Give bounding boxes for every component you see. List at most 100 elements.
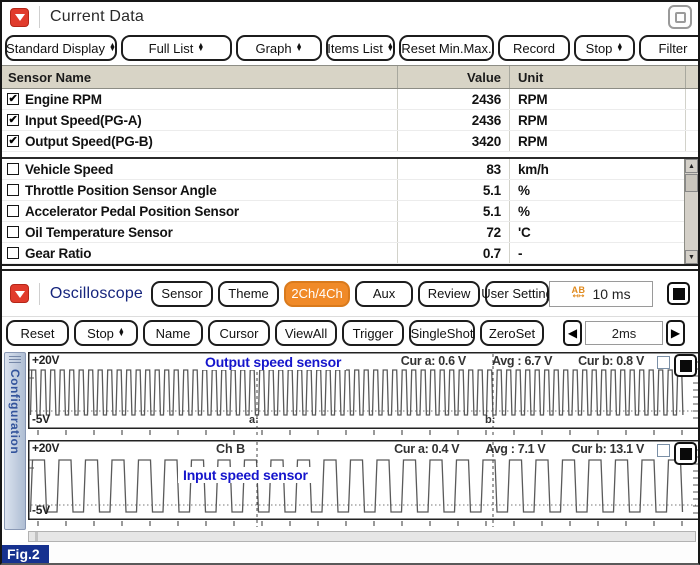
button-name[interactable]: Name	[143, 320, 203, 346]
checkbox-checked-icon[interactable]: ✔	[7, 135, 19, 147]
button-singleshot[interactable]: SingleShot	[409, 320, 475, 346]
button-label: Reset	[21, 326, 55, 341]
table-row[interactable]: Throttle Position Sensor Angle5.1%	[2, 180, 698, 201]
button-label: ViewAll	[285, 326, 327, 341]
grip-icon	[9, 356, 21, 363]
sensor-name: Engine RPM	[25, 92, 102, 107]
button-items-list[interactable]: Items List▲▼	[326, 35, 395, 61]
current-data-toolbar: Standard Display▲▼Full List▲▼ Graph ▲▼ Item…	[2, 32, 698, 65]
button-reset[interactable]: Reset	[6, 320, 69, 346]
column-header-value[interactable]: Value	[398, 66, 510, 88]
checkbox-unchecked-icon[interactable]	[7, 226, 19, 238]
sensor-value: 5.1	[398, 201, 510, 221]
button-label: Graph	[255, 41, 291, 56]
button-review[interactable]: Review	[418, 281, 480, 307]
window-collapse-icon[interactable]	[10, 284, 29, 303]
sensor-value: 3420	[398, 131, 510, 151]
trace-stop-button[interactable]	[674, 442, 697, 465]
average-value: Avg : 6.7 V	[492, 354, 552, 368]
button-viewall[interactable]: ViewAll	[275, 320, 337, 346]
table-row[interactable]: Vehicle Speed83km/h	[2, 159, 698, 180]
checkbox-unchecked-icon[interactable]	[7, 205, 19, 217]
scrollbar-thumb[interactable]	[685, 174, 698, 192]
button-full-list[interactable]: Full List▲▼	[121, 35, 232, 61]
column-header-sensor-name[interactable]: Sensor Name	[2, 66, 398, 88]
stop-record-button[interactable]	[667, 282, 690, 305]
stop-square-icon	[680, 360, 692, 372]
button-zeroset[interactable]: ZeroSet	[480, 320, 544, 346]
button-user-setting[interactable]: User Setting	[485, 281, 549, 307]
table-row[interactable]: Gear Ratio0.7-	[2, 243, 698, 264]
trace-stop-button[interactable]	[674, 354, 697, 377]
table-row[interactable]: ✔Input Speed(PG-A)2436RPM	[2, 110, 698, 131]
timebase-value: 10 ms	[592, 286, 630, 302]
button-aux[interactable]: Aux	[355, 281, 413, 307]
button-graph[interactable]: Graph ▲▼	[236, 35, 322, 61]
button-reset-min-max[interactable]: Reset Min.Max.	[399, 35, 494, 61]
table-row[interactable]: ✔Output Speed(PG-B)3420RPM	[2, 131, 698, 152]
button-label: Items List	[327, 41, 383, 56]
voltage-top-label: +20V	[32, 441, 59, 455]
button-trigger[interactable]: Trigger	[342, 320, 404, 346]
table-row[interactable]: Oil Temperature Sensor72'C	[2, 222, 698, 243]
button-label: SingleShot	[411, 326, 474, 341]
checkbox-unchecked-icon[interactable]	[7, 247, 19, 259]
button-sensor[interactable]: Sensor	[151, 281, 213, 307]
time-div-increase-button[interactable]: ▶	[666, 320, 685, 346]
trace-visibility-checkbox[interactable]	[657, 356, 670, 369]
oscilloscope-bottom-toolbar: Reset Stop▲▼NameCursor ViewAll Trigger Singl…	[2, 317, 698, 350]
button-cursor[interactable]: Cursor	[208, 320, 270, 346]
scrollbar-thumb[interactable]	[35, 532, 38, 541]
table-row[interactable]: Accelerator Pedal Position Sensor5.1%	[2, 201, 698, 222]
scroll-up-icon[interactable]: ▲	[685, 159, 698, 173]
ab-cursor-icon: AB↤↦	[571, 287, 585, 301]
scrollbar-track[interactable]	[685, 192, 698, 250]
oscilloscope-top-toolbar: Sensor Theme 2Ch/4Ch Aux Review User Setting	[151, 281, 549, 307]
button-stop[interactable]: Stop▲▼	[574, 35, 635, 61]
window-collapse-icon[interactable]	[10, 8, 29, 27]
checkbox-checked-icon[interactable]: ✔	[7, 114, 19, 126]
trace-visibility-checkbox[interactable]	[657, 444, 670, 457]
sensor-unit: -	[510, 243, 686, 263]
button-label: Review	[428, 286, 471, 301]
button-standard-display[interactable]: Standard Display▲▼	[5, 35, 117, 61]
button-label: Stop	[586, 41, 613, 56]
sensor-unit: RPM	[510, 110, 686, 130]
button-theme[interactable]: Theme	[218, 281, 279, 307]
oscilloscope-trace-1: +20V-5VOutput speed sensorCur a: 0.6 VAv…	[28, 352, 700, 438]
cursor-a-mark: a:	[249, 414, 259, 426]
stop-square-icon	[680, 448, 692, 460]
figure-caption-row: Fig.2	[2, 542, 698, 565]
spinner-icon: ▲▼	[197, 44, 204, 53]
horizontal-scrollbar[interactable]	[28, 531, 696, 542]
button-label: 2Ch/4Ch	[291, 286, 342, 301]
scroll-down-icon[interactable]: ▼	[685, 250, 698, 264]
maximize-icon	[675, 12, 686, 23]
timebase-display: AB↤↦ 10 ms	[549, 281, 653, 307]
table-row[interactable]: ✔Engine RPM2436RPM	[2, 89, 698, 110]
voltage-bottom-label: -5V	[32, 503, 50, 517]
spinner-icon: ▲▼	[296, 44, 303, 53]
table-section-selected: ✔Engine RPM2436RPM✔Input Speed(PG-A)2436…	[2, 89, 698, 152]
checkbox-unchecked-icon[interactable]	[7, 163, 19, 175]
table-scrollbar[interactable]: ▲ ▼	[684, 159, 698, 264]
column-header-unit[interactable]: Unit	[510, 66, 686, 88]
app-window: Current Data Standard Display▲▼Full List…	[0, 0, 700, 565]
time-div-decrease-button[interactable]: ◀	[563, 320, 582, 346]
button-record[interactable]: Record	[498, 35, 570, 61]
maximize-button[interactable]	[668, 5, 692, 29]
window-separator	[2, 264, 698, 271]
button-2ch-4ch[interactable]: 2Ch/4Ch	[284, 281, 350, 307]
button-stop[interactable]: Stop▲▼	[74, 320, 138, 346]
configuration-label: Configuration	[8, 369, 22, 454]
sensor-name-cell: Gear Ratio	[2, 243, 398, 263]
cursor-readout-row: Cur a: 0.4 VAvg : 7.1 VCur b: 13.1 V	[394, 442, 644, 456]
time-per-div-value: 2ms	[585, 321, 663, 345]
figure-label: Fig.2	[2, 545, 49, 564]
checkbox-checked-icon[interactable]: ✔	[7, 93, 19, 105]
configuration-tab[interactable]: Configuration	[4, 352, 26, 530]
button-label: Theme	[228, 286, 268, 301]
sensor-unit: 'C	[510, 222, 686, 242]
button-filter[interactable]: Filter	[639, 35, 700, 61]
checkbox-unchecked-icon[interactable]	[7, 184, 19, 196]
